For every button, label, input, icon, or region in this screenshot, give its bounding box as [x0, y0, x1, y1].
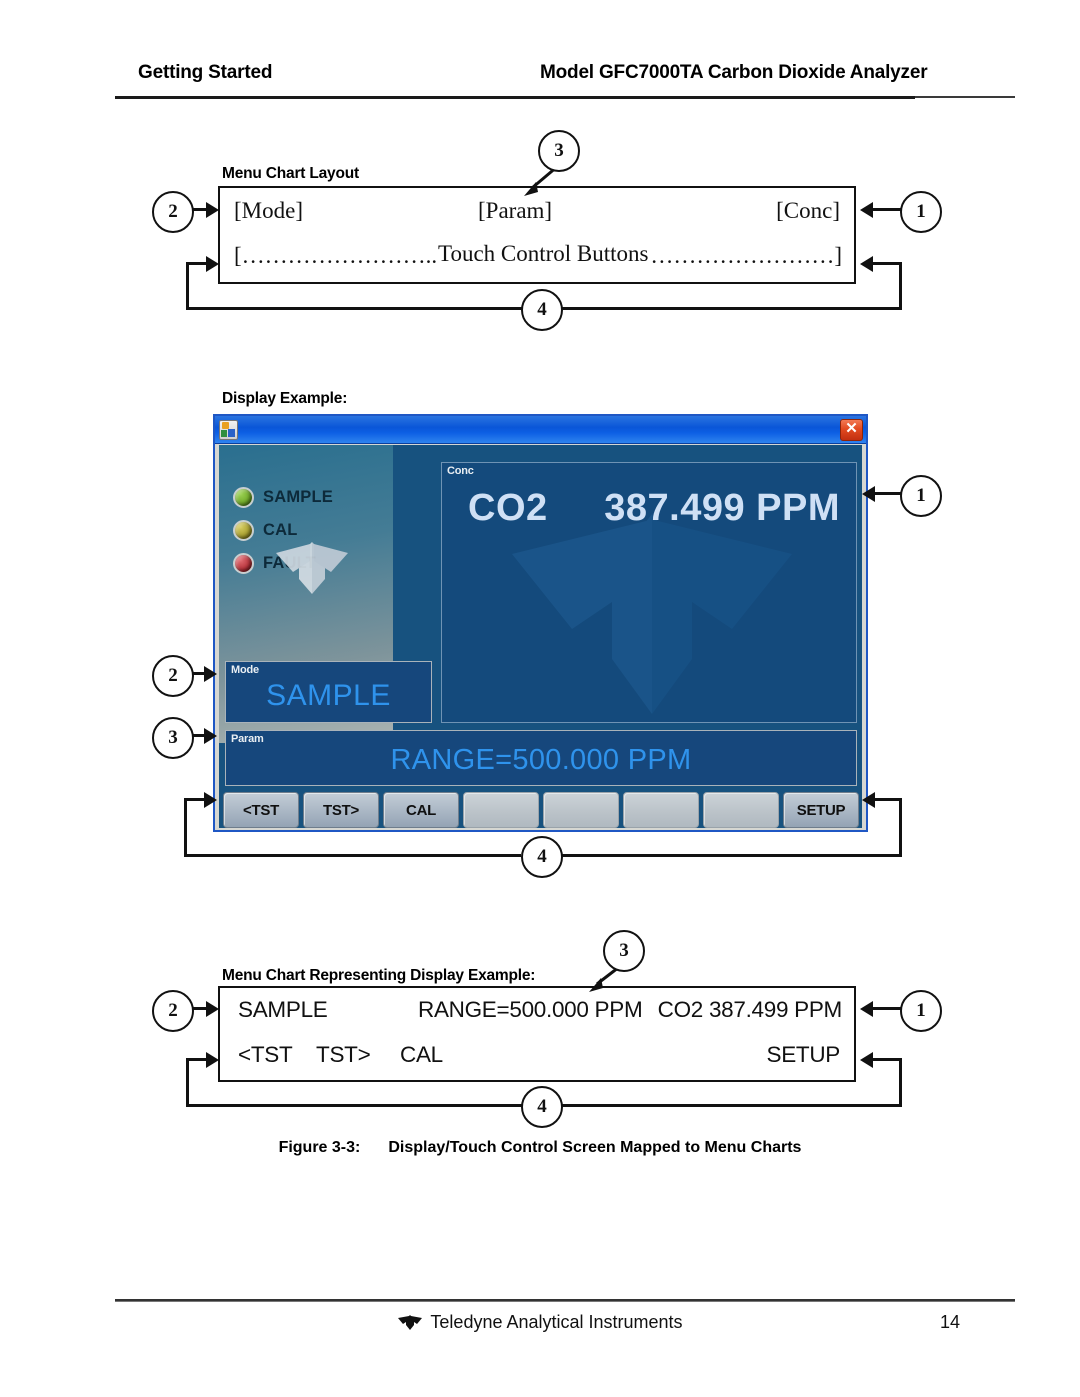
footer-rule-thin — [115, 1301, 1015, 1302]
display-callout-4: 4 — [521, 836, 563, 878]
display-callout-4-line-right-down — [899, 798, 902, 857]
display-callout-3: 3 — [152, 717, 194, 759]
page-number: 14 — [940, 1312, 961, 1332]
example-callout-4-line-right-in — [872, 1058, 902, 1061]
example-button-3: CAL — [400, 1042, 443, 1067]
example-callout-1-arrowhead — [860, 1001, 873, 1017]
example-callout-1-line — [872, 1007, 902, 1010]
example-param-cell: RANGE=500.000 PPM — [418, 997, 643, 1022]
display-callout-1-arrowhead — [862, 486, 875, 502]
example-callout-3: 3 — [603, 930, 645, 972]
example-button-1: <TST — [238, 1042, 293, 1067]
example-mode-cell: SAMPLE — [238, 997, 328, 1022]
display-callout-1-line — [874, 492, 902, 495]
callout-1: 1 — [900, 191, 942, 233]
display-callout-1: 1 — [900, 475, 942, 517]
example-callout-4: 4 — [521, 1086, 563, 1128]
footer-company-name: Teledyne Analytical Instruments — [430, 1312, 683, 1332]
example-callout-4-line-right-down — [899, 1058, 902, 1107]
callout-2: 2 — [152, 191, 194, 233]
menu-chart-example-box: SAMPLE RANGE=500.000 PPM CO2 387.499 PPM… — [218, 986, 856, 1082]
example-callout-4-arrowhead-right — [860, 1052, 873, 1068]
display-callout-4-line-bottom-right — [556, 854, 902, 857]
display-callout-2-arrowhead — [204, 666, 217, 682]
display-callout-4-line-left-in — [184, 798, 208, 801]
display-example-callouts: 1 2 3 4 — [0, 0, 1080, 900]
callout-4: 4 — [521, 289, 563, 331]
example-button-2: TST> — [316, 1042, 371, 1067]
display-callout-2: 2 — [152, 655, 194, 697]
figure-caption: Figure 3-3: Display/Touch Control Screen … — [0, 1139, 1080, 1157]
callout-3: 3 — [538, 130, 580, 172]
menu-chart-example-label: Menu Chart Representing Display Example: — [222, 967, 536, 984]
example-conc-cell: CO2 387.499 PPM — [657, 997, 843, 1022]
display-callout-4-arrowhead-right — [862, 792, 875, 808]
example-callout-2-arrowhead — [206, 1001, 219, 1017]
example-button-4: SETUP — [766, 1042, 840, 1067]
example-callout-4-line-bottom-left — [186, 1104, 524, 1107]
example-callout-4-line-left-in — [186, 1058, 210, 1061]
example-callout-2: 2 — [152, 990, 194, 1032]
example-callout-4-line-bottom-right — [556, 1104, 902, 1107]
display-callout-4-line-left-down — [184, 798, 187, 857]
example-callout-4-line-left-down — [186, 1058, 189, 1107]
display-callout-3-arrowhead — [204, 728, 217, 744]
example-callout-1: 1 — [900, 990, 942, 1032]
display-callout-4-line-bottom-left — [184, 854, 521, 857]
display-callout-4-line-right-in — [874, 798, 902, 801]
figure-caption-text: Display/Touch Control Screen Mapped to M… — [388, 1139, 802, 1156]
footer-company-block: Teledyne Analytical Instruments — [0, 1312, 1080, 1333]
teledyne-footer-logo-icon — [398, 1315, 423, 1330]
figure-number: Figure 3-3: — [278, 1139, 361, 1156]
menu-chart-example-diagram: Menu Chart Representing Display Example:… — [0, 900, 1080, 1140]
